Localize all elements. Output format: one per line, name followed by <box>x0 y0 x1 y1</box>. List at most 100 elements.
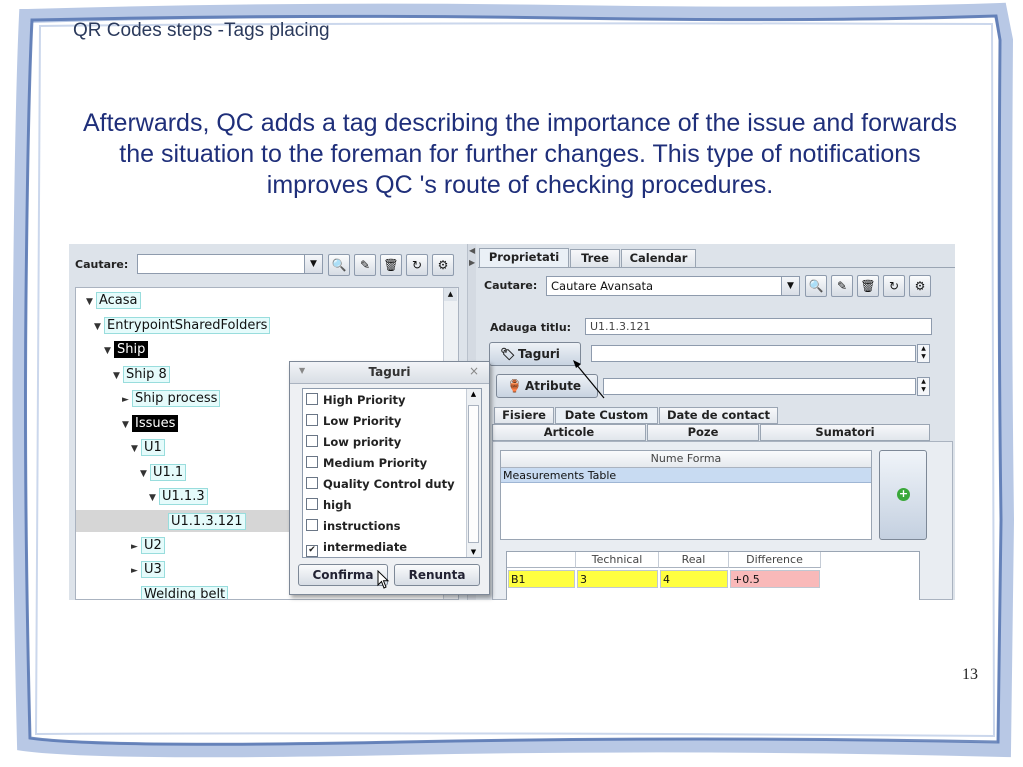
tree-node-label[interactable]: U1.1.3 <box>159 488 208 505</box>
scrollbar-thumb[interactable] <box>468 405 479 543</box>
tree-toggle-icon[interactable]: ▼ <box>140 465 150 484</box>
delete-button[interactable]: 🗑 <box>857 275 879 297</box>
tree-node-label[interactable]: Welding belt <box>141 586 229 599</box>
edit-button[interactable]: ✎ <box>354 254 376 276</box>
chevron-down-icon[interactable]: ▼ <box>781 277 799 295</box>
checkbox[interactable] <box>306 519 318 531</box>
tab-fisiere[interactable]: Fisiere <box>494 407 554 424</box>
checkbox[interactable] <box>306 498 318 510</box>
search-button[interactable]: 🔍 <box>328 254 350 276</box>
tree-node[interactable]: ▼ U1.1.3 <box>149 487 208 506</box>
scroll-up-icon[interactable]: ▲ <box>444 288 457 301</box>
settings-button[interactable]: ⚙ <box>909 275 931 297</box>
tree-toggle-icon[interactable]: ▼ <box>104 342 114 361</box>
tree-toggle-icon[interactable]: ▼ <box>131 440 141 459</box>
tree-node-label[interactable]: Issues <box>132 415 179 432</box>
tags-button[interactable]: 🏷 Taguri <box>489 342 581 366</box>
measurements-cell[interactable]: +0.5 <box>730 570 820 588</box>
tag-option[interactable]: Low Priority <box>306 414 401 428</box>
tab-sumatori[interactable]: Sumatori <box>760 424 930 441</box>
tree-node[interactable]: ▼ Ship 8 <box>113 365 170 384</box>
tab-tree[interactable]: Tree <box>570 249 620 267</box>
advanced-search-combo[interactable]: Cautare Avansata ▼ <box>546 276 800 296</box>
tree-node[interactable]: Welding belt <box>131 585 229 599</box>
tree-node[interactable]: ► Ship process <box>122 389 221 410</box>
close-icon[interactable]: × <box>469 364 479 378</box>
tags-list-scrollbar[interactable]: ▲ ▼ <box>466 389 481 557</box>
search-combo[interactable]: ▼ <box>137 254 323 274</box>
tab-poze[interactable]: Poze <box>647 424 759 441</box>
add-form-button[interactable]: + <box>879 450 927 540</box>
tag-option[interactable]: instructions <box>306 519 401 533</box>
checkbox[interactable] <box>306 393 318 405</box>
tree-node[interactable]: ▼ Issues <box>122 414 179 435</box>
tag-option[interactable]: High Priority <box>306 393 406 407</box>
tree-node[interactable]: ▼ Ship <box>104 340 149 361</box>
tree-toggle-icon[interactable]: ▼ <box>113 367 123 386</box>
tab-articole[interactable]: Articole <box>492 424 646 441</box>
tree-node[interactable]: ► U3 <box>131 560 165 579</box>
title-input[interactable]: U1.1.3.121 <box>585 318 932 335</box>
collapse-right-icon[interactable]: ▶ <box>469 258 475 267</box>
tree-toggle-icon[interactable]: ▼ <box>94 318 104 337</box>
measurements-header-real[interactable]: Real <box>659 552 729 568</box>
tree-node[interactable]: ▼ U1 <box>131 438 165 457</box>
dialog-titlebar[interactable]: ▼ Taguri × <box>290 362 489 384</box>
tree-node-label[interactable]: U1.1.3.121 <box>168 513 246 530</box>
measurements-cell[interactable]: 4 <box>660 570 728 588</box>
measurements-cell[interactable]: B1 <box>508 570 575 588</box>
delete-button[interactable]: 🗑 <box>380 254 402 276</box>
tab-calendar[interactable]: Calendar <box>621 249 696 267</box>
collapse-left-icon[interactable]: ◀ <box>469 246 475 255</box>
tree-node-selected[interactable]: U1.1.3.121 <box>158 512 246 531</box>
tree-toggle-icon[interactable]: ► <box>131 538 141 557</box>
tags-spinner[interactable]: ▲ ▼ <box>917 344 930 363</box>
checkbox[interactable] <box>306 477 318 489</box>
refresh-button[interactable]: ↻ <box>883 275 905 297</box>
tag-option[interactable]: Quality Control duty <box>306 477 455 491</box>
tree-node-label[interactable]: Ship process <box>132 390 221 407</box>
tree-node[interactable]: ▼ Acasa <box>86 291 141 310</box>
measurements-header-technical[interactable]: Technical <box>576 552 659 568</box>
tags-input[interactable] <box>591 345 916 362</box>
tree-toggle-icon[interactable]: ▼ <box>86 293 96 312</box>
tree-node-label[interactable]: Acasa <box>96 292 141 309</box>
tree-node-label[interactable]: U3 <box>141 561 165 578</box>
tab-date-de-contact[interactable]: Date de contact <box>659 407 778 424</box>
cancel-button[interactable]: Renunta <box>394 564 480 586</box>
checkbox-checked[interactable]: ✔ <box>306 545 318 557</box>
forms-table-header[interactable]: Nume Forma <box>501 451 871 468</box>
tag-option[interactable]: Low priority <box>306 435 401 449</box>
tree-node-label[interactable]: EntrypointSharedFolders <box>104 317 271 334</box>
settings-button[interactable]: ⚙ <box>432 254 454 276</box>
chevron-down-icon[interactable]: ▼ <box>304 255 322 273</box>
checkbox[interactable] <box>306 435 318 447</box>
tag-option[interactable]: Medium Priority <box>306 456 427 470</box>
tab-proprietati[interactable]: Proprietati <box>479 248 569 267</box>
tree-node-label[interactable]: Ship 8 <box>123 366 170 383</box>
tree-toggle-icon[interactable]: ► <box>122 391 132 410</box>
tree-node-label[interactable]: U2 <box>141 537 165 554</box>
edit-button[interactable]: ✎ <box>831 275 853 297</box>
measurements-header-difference[interactable]: Difference <box>729 552 821 568</box>
checkbox[interactable] <box>306 414 318 426</box>
refresh-button[interactable]: ↻ <box>406 254 428 276</box>
search-button[interactable]: 🔍 <box>805 275 827 297</box>
scroll-down-icon[interactable]: ▼ <box>467 548 480 556</box>
attributes-spinner[interactable]: ▲ ▼ <box>917 377 930 396</box>
scroll-up-icon[interactable]: ▲ <box>467 390 480 398</box>
tree-node-label[interactable]: Ship <box>114 341 149 358</box>
tab-date-custom[interactable]: Date Custom <box>555 407 658 424</box>
tag-option[interactable]: high <box>306 498 352 512</box>
tree-node[interactable]: ► U2 <box>131 536 165 555</box>
attributes-input[interactable] <box>603 378 916 395</box>
tree-node[interactable]: ▼ EntrypointSharedFolders <box>94 316 271 337</box>
tree-node-label[interactable]: U1 <box>141 439 165 456</box>
checkbox[interactable] <box>306 456 318 468</box>
tree-toggle-icon[interactable]: ▼ <box>122 416 132 435</box>
tree-node[interactable]: ▼ U1.1 <box>140 463 187 484</box>
tree-toggle-icon[interactable]: ► <box>131 562 141 581</box>
measurements-cell[interactable]: 3 <box>577 570 658 588</box>
tree-toggle-icon[interactable]: ▼ <box>149 489 159 508</box>
tree-node-label[interactable]: U1.1 <box>150 464 187 481</box>
